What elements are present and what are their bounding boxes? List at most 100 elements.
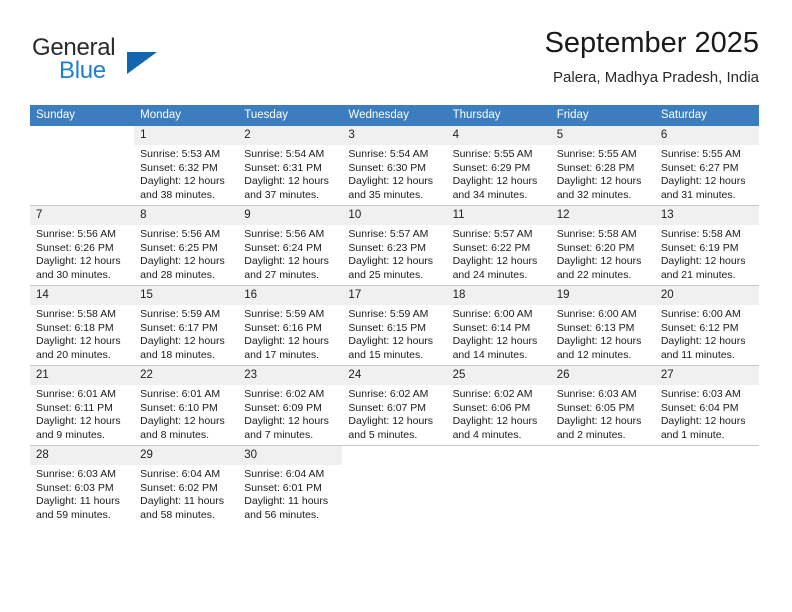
calendar-cell-inner: 20 Sunrise: 6:00 AM Sunset: 6:12 PM Dayligh…	[654, 286, 759, 365]
calendar-day-cell[interactable]: 9 Sunrise: 5:56 AM Sunset: 6:24 PM Daylight…	[238, 205, 343, 286]
sunrise-time: Sunrise: 5:56 AM	[140, 228, 221, 240]
daylight-duration-line1: Daylight: 11 hours	[244, 495, 329, 508]
sun-info: Sunrise: 6:00 AM Sunset: 6:13 PM Daylight:…	[551, 305, 655, 362]
weekday-header-friday: Friday	[550, 105, 655, 126]
weekday-header-thursday: Thursday	[446, 105, 551, 126]
daylight-duration-line2: and 37 minutes.	[244, 188, 319, 201]
day-number: 5	[550, 126, 655, 145]
daylight-duration-line1: Daylight: 12 hours	[36, 335, 121, 348]
sunset-time: Sunset: 6:29 PM	[452, 161, 531, 174]
calendar-cell-inner: 25 Sunrise: 6:02 AM Sunset: 6:06 PM Dayligh…	[446, 366, 551, 445]
sunrise-time: Sunrise: 5:58 AM	[36, 308, 116, 320]
calendar-day-cell[interactable]: 23 Sunrise: 6:02 AM Sunset: 6:09 PM Dayligh…	[238, 365, 343, 446]
daylight-duration-line2: and 7 minutes.	[244, 428, 314, 441]
general-blue-logo[interactable]: General Blue	[30, 28, 230, 88]
calendar-day-cell[interactable]: 21 Sunrise: 6:01 AM Sunset: 6:11 PM Dayligh…	[30, 365, 135, 446]
daylight-duration-line2: and 18 minutes.	[140, 348, 215, 361]
calendar-body: 1 Sunrise: 5:53 AM Sunset: 6:32 PM Daylight…	[30, 126, 759, 525]
daylight-duration-line2: and 28 minutes.	[140, 268, 215, 281]
daylight-duration-line1: Daylight: 12 hours	[348, 175, 434, 188]
calendar-day-cell[interactable]: 1 Sunrise: 5:53 AM Sunset: 6:32 PM Daylight…	[134, 126, 239, 206]
calendar-day-cell[interactable]: 17 Sunrise: 5:59 AM Sunset: 6:15 PM Dayligh…	[342, 285, 447, 366]
sunrise-time: Sunrise: 5:58 AM	[660, 228, 741, 240]
calendar-cell-inner: 16 Sunrise: 5:59 AM Sunset: 6:16 PM Dayligh…	[238, 286, 343, 365]
calendar-day-cell[interactable]: 3 Sunrise: 5:54 AM Sunset: 6:30 PM Daylight…	[342, 126, 447, 206]
sunset-time: Sunset: 6:13 PM	[556, 321, 635, 334]
calendar-day-cell[interactable]: 27 Sunrise: 6:03 AM Sunset: 6:04 PM Dayligh…	[654, 365, 759, 446]
calendar-day-cell[interactable]: 5 Sunrise: 5:55 AM Sunset: 6:28 PM Daylight…	[550, 126, 655, 206]
calendar-day-cell[interactable]: 29 Sunrise: 6:04 AM Sunset: 6:02 PM Dayligh…	[134, 445, 239, 525]
daylight-duration-line2: and 31 minutes.	[660, 188, 736, 201]
sunrise-time: Sunrise: 5:55 AM	[556, 148, 637, 160]
sunrise-time: Sunrise: 5:59 AM	[244, 308, 325, 320]
day-number: 29	[134, 446, 239, 465]
sunrise-time: Sunrise: 6:00 AM	[660, 308, 741, 320]
calendar-cell-inner: 27 Sunrise: 6:03 AM Sunset: 6:04 PM Dayligh…	[654, 366, 759, 445]
calendar-day-cell[interactable]: 14 Sunrise: 5:58 AM Sunset: 6:18 PM Dayligh…	[30, 285, 135, 366]
sun-info: Sunrise: 5:57 AM Sunset: 6:22 PM Daylight:…	[447, 225, 551, 282]
sun-info: Sunrise: 5:59 AM Sunset: 6:15 PM Daylight:…	[342, 305, 446, 362]
calendar-day-cell[interactable]: 24 Sunrise: 6:02 AM Sunset: 6:07 PM Dayligh…	[342, 365, 447, 446]
calendar-cell-inner: 22 Sunrise: 6:01 AM Sunset: 6:10 PM Dayligh…	[134, 366, 239, 445]
calendar-day-cell[interactable]: 7 Sunrise: 5:56 AM Sunset: 6:26 PM Daylight…	[30, 205, 135, 286]
calendar-cell-inner: 3 Sunrise: 5:54 AM Sunset: 6:30 PM Daylight…	[342, 126, 447, 205]
calendar-day-cell[interactable]: 19 Sunrise: 6:00 AM Sunset: 6:13 PM Dayligh…	[550, 285, 655, 366]
calendar-day-cell[interactable]: 12 Sunrise: 5:58 AM Sunset: 6:20 PM Dayligh…	[550, 205, 655, 286]
daylight-duration-line2: and 27 minutes.	[244, 268, 319, 281]
calendar-day-cell[interactable]: 26 Sunrise: 6:03 AM Sunset: 6:05 PM Dayligh…	[550, 365, 655, 446]
sunset-time: Sunset: 6:19 PM	[660, 241, 739, 254]
calendar-cell-inner: 6 Sunrise: 5:55 AM Sunset: 6:27 PM Daylight…	[654, 126, 759, 205]
daylight-duration-line1: Daylight: 12 hours	[140, 415, 225, 428]
calendar-cell-inner: 14 Sunrise: 5:58 AM Sunset: 6:18 PM Dayligh…	[30, 286, 135, 365]
sunrise-time: Sunrise: 5:55 AM	[452, 148, 533, 160]
calendar-cell-inner	[30, 126, 135, 205]
calendar-day-cell[interactable]: 20 Sunrise: 6:00 AM Sunset: 6:12 PM Dayligh…	[654, 285, 759, 366]
calendar-day-cell[interactable]: 10 Sunrise: 5:57 AM Sunset: 6:23 PM Dayligh…	[342, 205, 447, 286]
sun-info: Sunrise: 5:56 AM Sunset: 6:25 PM Daylight:…	[134, 225, 238, 282]
sun-info: Sunrise: 5:57 AM Sunset: 6:23 PM Daylight:…	[342, 225, 446, 282]
calendar-cell-inner: 4 Sunrise: 5:55 AM Sunset: 6:29 PM Daylight…	[446, 126, 551, 205]
sunrise-time: Sunrise: 5:59 AM	[348, 308, 429, 320]
calendar-day-cell[interactable]: 4 Sunrise: 5:55 AM Sunset: 6:29 PM Daylight…	[446, 126, 551, 206]
daylight-duration-line2: and 38 minutes.	[140, 188, 215, 201]
calendar-day-cell[interactable]: 6 Sunrise: 5:55 AM Sunset: 6:27 PM Daylight…	[654, 126, 759, 206]
sunrise-time: Sunrise: 6:04 AM	[244, 468, 325, 480]
calendar-day-cell[interactable]: 8 Sunrise: 5:56 AM Sunset: 6:25 PM Daylight…	[134, 205, 239, 286]
page-title: September 2025	[544, 27, 759, 59]
daylight-duration-line1: Daylight: 12 hours	[244, 255, 329, 268]
sun-info: Sunrise: 5:59 AM Sunset: 6:16 PM Daylight:…	[238, 305, 342, 362]
day-number	[655, 446, 759, 465]
sun-info: Sunrise: 6:03 AM Sunset: 6:03 PM Daylight:…	[30, 465, 134, 522]
sunset-time: Sunset: 6:31 PM	[244, 161, 322, 174]
calendar-day-cell[interactable]: 16 Sunrise: 5:59 AM Sunset: 6:16 PM Dayligh…	[238, 285, 343, 366]
calendar-cell-inner: 19 Sunrise: 6:00 AM Sunset: 6:13 PM Dayligh…	[550, 286, 655, 365]
calendar-day-cell[interactable]: 18 Sunrise: 6:00 AM Sunset: 6:14 PM Dayligh…	[446, 285, 551, 366]
sunset-time: Sunset: 6:04 PM	[660, 401, 739, 414]
daylight-duration-line1: Daylight: 12 hours	[556, 335, 642, 348]
day-number: 19	[550, 286, 655, 305]
day-number: 13	[654, 206, 759, 225]
daylight-duration-line1: Daylight: 11 hours	[36, 495, 120, 508]
calendar-day-cell[interactable]: 25 Sunrise: 6:02 AM Sunset: 6:06 PM Dayligh…	[446, 365, 551, 446]
sunrise-time: Sunrise: 5:59 AM	[140, 308, 221, 320]
calendar-week-row: 14 Sunrise: 5:58 AM Sunset: 6:18 PM Dayligh…	[30, 285, 759, 366]
calendar-day-cell[interactable]: 15 Sunrise: 5:59 AM Sunset: 6:17 PM Dayligh…	[134, 285, 239, 366]
day-number: 30	[238, 446, 343, 465]
daylight-duration-line1: Daylight: 12 hours	[348, 255, 434, 268]
sunset-time: Sunset: 6:10 PM	[140, 401, 218, 414]
day-number: 22	[134, 366, 239, 385]
day-number: 21	[30, 366, 135, 385]
sunset-time: Sunset: 6:11 PM	[36, 401, 113, 414]
calendar-day-cell[interactable]: 28 Sunrise: 6:03 AM Sunset: 6:03 PM Dayligh…	[30, 445, 135, 525]
calendar-day-cell[interactable]: 13 Sunrise: 5:58 AM Sunset: 6:19 PM Dayligh…	[654, 205, 759, 286]
daylight-duration-line2: and 9 minutes.	[36, 428, 105, 441]
calendar-day-cell[interactable]: 30 Sunrise: 6:04 AM Sunset: 6:01 PM Dayligh…	[238, 445, 343, 525]
calendar-day-cell[interactable]: 11 Sunrise: 5:57 AM Sunset: 6:22 PM Dayligh…	[446, 205, 551, 286]
calendar-cell-inner: 9 Sunrise: 5:56 AM Sunset: 6:24 PM Daylight…	[238, 206, 343, 285]
day-number: 28	[30, 446, 135, 465]
calendar-day-cell[interactable]: 22 Sunrise: 6:01 AM Sunset: 6:10 PM Dayligh…	[134, 365, 239, 446]
calendar-day-cell[interactable]: 2 Sunrise: 5:54 AM Sunset: 6:31 PM Daylight…	[238, 126, 343, 206]
calendar-cell-inner: 5 Sunrise: 5:55 AM Sunset: 6:28 PM Daylight…	[550, 126, 655, 205]
day-number	[447, 446, 551, 465]
sun-info: Sunrise: 5:58 AM Sunset: 6:18 PM Daylight:…	[30, 305, 134, 362]
